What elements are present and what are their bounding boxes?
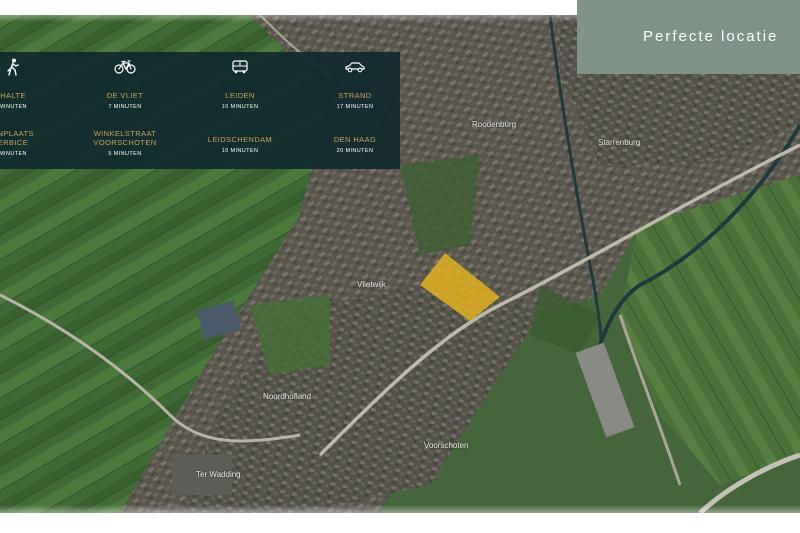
walk-time-2: MINUTEN [0, 151, 27, 157]
bicycle-icon [70, 55, 180, 79]
bike-destination-2-line1: WINKELSTRAAT [93, 129, 157, 138]
walk-column: HALTE MINUTEN ENPLAATS ERBICE MINUTEN [0, 52, 68, 157]
car-column: STRAND 17 MINUTEN DEN HAAG 20 MINUTEN [300, 52, 410, 154]
bus-destination-2: LEIDSCHENDAM [207, 135, 273, 144]
map-label-southwest: Ter Wadding [196, 470, 241, 479]
car-destination-2: DEN HAAG [333, 135, 377, 144]
walk-destination-1: HALTE [0, 91, 26, 100]
bottom-fade [0, 505, 800, 533]
walk-time-1: MINUTEN [0, 104, 27, 110]
walk-destination-2-line2: ERBICE [0, 138, 29, 147]
bus-time-2: 10 MINUTEN [221, 148, 259, 154]
map-label-west: Noordhofland [263, 392, 312, 401]
car-icon [300, 55, 410, 79]
travel-times-panel: HALTE MINUTEN ENPLAATS ERBICE MINUTEN DE… [0, 52, 400, 169]
bus-time-1: 10 MINUTEN [221, 104, 259, 110]
car-time-2: 20 MINUTEN [336, 148, 374, 154]
bike-time-1: 7 MINUTEN [108, 104, 142, 110]
car-time-1: 17 MINUTEN [336, 104, 374, 110]
title-box: Perfecte locatie [577, 0, 800, 74]
bike-time-2: 5 MINUTEN [108, 151, 142, 157]
walk-destination-2-line1: ENPLAATS [0, 129, 34, 138]
page-title: Perfecte locatie [643, 28, 779, 45]
map-label-east: Starrenburg [598, 138, 641, 147]
bike-destination-1: DE VLIET [106, 91, 144, 100]
map-label-south: Voorschoten [424, 441, 469, 450]
bus-column: LEIDEN 10 MINUTEN LEIDSCHENDAM 10 MINUTE… [185, 52, 295, 154]
bus-icon [185, 55, 295, 79]
map-label-north: Roodenburg [472, 120, 517, 129]
bike-column: DE VLIET 7 MINUTEN WINKELSTRAAT VOORSCHO… [70, 52, 180, 157]
walking-icon [0, 55, 68, 79]
map-label-center: Vlietwijk [357, 280, 386, 289]
bike-destination-2-line2: VOORSCHOTEN [93, 138, 157, 147]
car-destination-1: STRAND [338, 91, 372, 100]
bus-destination-1: LEIDEN [225, 91, 255, 100]
